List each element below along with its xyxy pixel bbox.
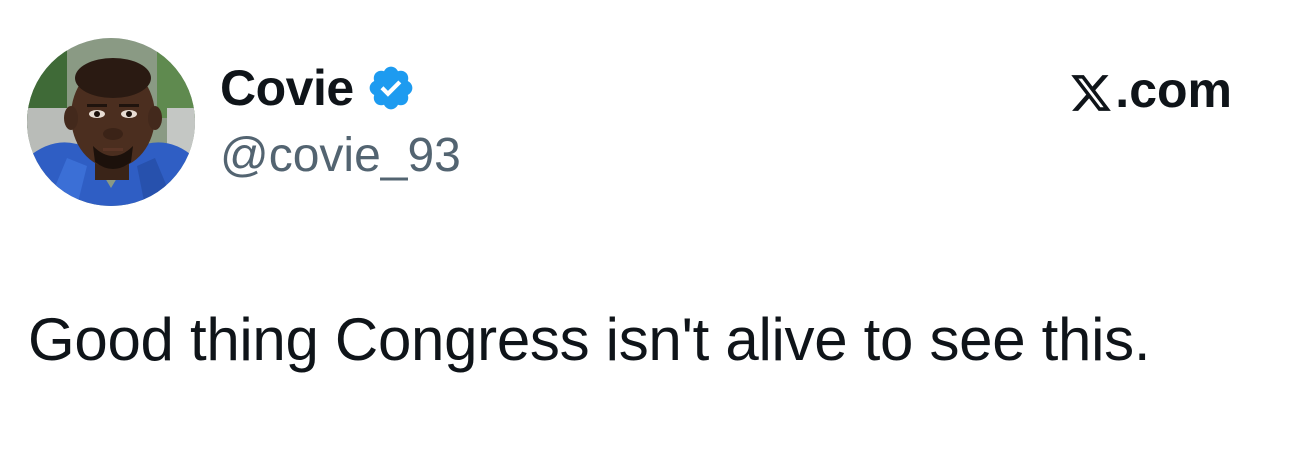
site-mark: .com	[1069, 60, 1232, 120]
verified-checkmark-icon	[366, 63, 416, 113]
x-logo-icon	[1069, 68, 1113, 112]
site-domain-suffix: .com	[1115, 62, 1232, 118]
avatar[interactable]	[27, 38, 195, 206]
tweet-card: Covie @covie_93 .com Good thing Congress…	[0, 0, 1290, 456]
author-name-row: Covie	[220, 58, 416, 118]
display-name[interactable]: Covie	[220, 58, 354, 118]
tweet-text: Good thing Congress isn't alive to see t…	[28, 306, 1151, 373]
author-handle[interactable]: @covie_93	[220, 126, 461, 186]
profile-photo	[27, 38, 195, 206]
